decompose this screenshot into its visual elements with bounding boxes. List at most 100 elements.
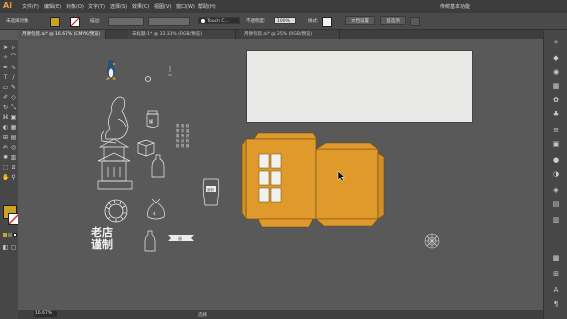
color-guide-icon[interactable]: ◉ — [552, 68, 560, 76]
svg-text:饼: 饼 — [176, 128, 180, 133]
tab-label: 月饼包装.ai* @ 16.67% (CMYK/预览) — [22, 32, 101, 37]
style-swatch[interactable] — [322, 17, 332, 27]
stroke-panel-icon[interactable]: ≡ — [552, 126, 560, 134]
paintbrush-icon[interactable]: ✎ — [10, 84, 17, 91]
transform-panel-icon[interactable]: ▩ — [552, 254, 560, 262]
perspective-grid-icon[interactable]: ▦ — [10, 124, 17, 131]
flower-ornament[interactable] — [424, 233, 440, 249]
rectangle-tool-icon[interactable]: ▭ — [2, 84, 9, 91]
stroke-weight-field[interactable] — [108, 17, 144, 26]
mesh-tool-icon[interactable]: ⊞ — [2, 134, 9, 141]
tab-document-3[interactable]: 月饼包装.ai* @ 25% (RGB/预览) — [240, 30, 340, 39]
brush-name: Touch C... — [207, 19, 229, 24]
temple-building-sketch[interactable] — [97, 138, 133, 190]
artboard-tool-icon[interactable]: ⬚ — [2, 164, 9, 171]
money-bag-sketch[interactable]: $ — [147, 198, 165, 220]
menu-view[interactable]: 视图(V) — [154, 3, 171, 10]
lasso-icon[interactable]: ⌒ — [10, 54, 17, 61]
menu-help[interactable]: 帮助(H) — [198, 3, 216, 10]
menu-bar: Ai 文件(F) 编辑(E) 对象(O) 文字(T) 选择(S) 效果(C) 视… — [0, 0, 567, 33]
column-graph-icon[interactable]: ▥ — [10, 154, 17, 161]
zoom-tool-icon[interactable]: ⚲ — [10, 174, 17, 181]
character-panel-icon[interactable]: A — [552, 286, 560, 294]
bottle-sketch[interactable] — [151, 154, 165, 178]
tools-panel: ➤ ▹ ✧ ⌒ ✒ ∿ T / ▭ ✎ ✐ ◇ ↻ ⤡ ⌘ ▣ ◐ ▦ ⊞ ▤ … — [0, 40, 20, 319]
wreath-sketch[interactable] — [104, 199, 128, 223]
transparency-panel-icon[interactable]: ● — [552, 156, 560, 164]
gradient-mode-icon[interactable] — [8, 233, 12, 237]
collapse-panels-icon[interactable]: « — [552, 38, 560, 46]
paragraph-panel-icon[interactable]: ¶ — [552, 300, 560, 308]
none-mode-icon[interactable] — [13, 233, 17, 237]
scale-tool-icon[interactable]: ⤡ — [10, 104, 17, 111]
swatches-panel-icon[interactable]: ▦ — [552, 82, 560, 90]
eyedropper-icon[interactable]: ✍ — [2, 144, 9, 151]
opacity-label: 不透明度: — [246, 19, 266, 24]
menu-object[interactable]: 对象(O) — [66, 3, 84, 10]
variable-width-field[interactable] — [148, 17, 190, 26]
canvas-area[interactable]: 罐 茶饼香传统 老字号月饼 精选好料制 $ 面粉 福 老店 谨制 — [18, 39, 543, 310]
shaper-tool-icon[interactable]: ✐ — [2, 94, 9, 101]
shape-builder-icon[interactable]: ◐ — [2, 124, 9, 131]
color-panel-icon[interactable]: ◆ — [552, 54, 560, 62]
document-setup-button[interactable]: 文档设置 — [345, 16, 375, 25]
brush-dropdown[interactable]: Touch C... — [198, 17, 240, 24]
menu-effect[interactable]: 效果(C) — [132, 3, 149, 10]
gradient-tool-icon[interactable]: ▤ — [10, 134, 17, 141]
svg-text:老: 老 — [181, 123, 185, 128]
symbols-panel-icon[interactable]: ♣ — [552, 110, 560, 118]
brushes-panel-icon[interactable]: ✿ — [552, 96, 560, 104]
blend-tool-icon[interactable]: ◎ — [10, 144, 17, 151]
svg-text:号: 号 — [181, 133, 184, 138]
pathfinder-panel-icon[interactable]: ⊞ — [552, 270, 560, 278]
rotate-tool-icon[interactable]: ↻ — [2, 104, 9, 111]
magic-wand-icon[interactable]: ✧ — [2, 54, 9, 61]
slice-tool-icon[interactable]: ⧄ — [10, 164, 17, 171]
vertical-text-columns[interactable]: 茶饼香传统 老字号月饼 精选好料制 — [176, 123, 190, 148]
menu-type[interactable]: 文字(T) — [88, 3, 105, 10]
zoom-field[interactable]: 16.67% — [34, 311, 57, 317]
appearance-panel-icon[interactable]: ◑ — [552, 170, 560, 178]
small-box-sketch[interactable] — [137, 139, 155, 157]
small-bottle-sketch[interactable] — [144, 230, 156, 252]
line-tool-icon[interactable]: / — [10, 74, 17, 81]
free-transform-icon[interactable]: ▣ — [10, 114, 17, 121]
color-mode-icon[interactable] — [3, 233, 7, 237]
sign-lettering[interactable]: 老店 谨制 — [91, 227, 113, 251]
layers-panel-icon[interactable]: ◈ — [552, 186, 560, 194]
menu-window[interactable]: 窗口(W) — [176, 3, 195, 10]
align-panel-icon[interactable]: ▥ — [552, 216, 560, 224]
box-dieline[interactable] — [241, 132, 385, 228]
artboards-panel-icon[interactable]: ▤ — [552, 200, 560, 208]
tab-document-2[interactable]: 未标题-1* @ 33.33% (RGB/预览) — [128, 30, 236, 39]
tab-document-1[interactable]: 月饼包装.ai* @ 16.67% (CMYK/预览) — [18, 30, 106, 39]
menu-file[interactable]: 文件(F) — [22, 3, 39, 10]
opacity-field[interactable]: 100% — [274, 17, 296, 24]
curvature-tool-icon[interactable]: ∿ — [10, 64, 17, 71]
svg-text:饼: 饼 — [181, 143, 185, 148]
eraser-icon[interactable]: ◇ — [10, 94, 17, 101]
banner-ribbon[interactable]: 福 — [168, 235, 194, 241]
fill-swatch[interactable] — [50, 17, 60, 27]
person-sketch[interactable] — [100, 96, 129, 144]
stroke-swatch[interactable] — [70, 17, 80, 27]
width-tool-icon[interactable]: ⌘ — [2, 114, 9, 121]
gradient-panel-icon[interactable]: ▣ — [552, 140, 560, 148]
jar-sketch[interactable]: 罐 — [146, 110, 159, 128]
selection-tool-icon[interactable]: ➤ — [2, 44, 9, 51]
small-circle-sketch[interactable] — [145, 76, 151, 82]
penguin-illustration[interactable] — [106, 60, 116, 80]
arrange-icon[interactable] — [410, 17, 420, 26]
menu-select[interactable]: 选择(S) — [110, 3, 127, 10]
hand-tool-icon[interactable]: ✋ — [2, 174, 9, 181]
flour-bag-sketch[interactable]: 面粉 — [202, 178, 220, 206]
preferences-button[interactable]: 首选项 — [380, 16, 406, 25]
direct-selection-tool-icon[interactable]: ▹ — [10, 44, 17, 51]
pen-tool-icon[interactable]: ✒ — [2, 64, 9, 71]
symbol-sprayer-icon[interactable]: ✺ — [2, 154, 9, 161]
flour-bag-label: 面粉 — [207, 187, 214, 192]
screen-mode-icon[interactable]: ▢ — [10, 244, 17, 251]
draw-normal-icon[interactable]: ◧ — [2, 244, 9, 251]
menu-edit[interactable]: 编辑(E) — [44, 3, 61, 10]
type-tool-icon[interactable]: T — [2, 74, 9, 81]
